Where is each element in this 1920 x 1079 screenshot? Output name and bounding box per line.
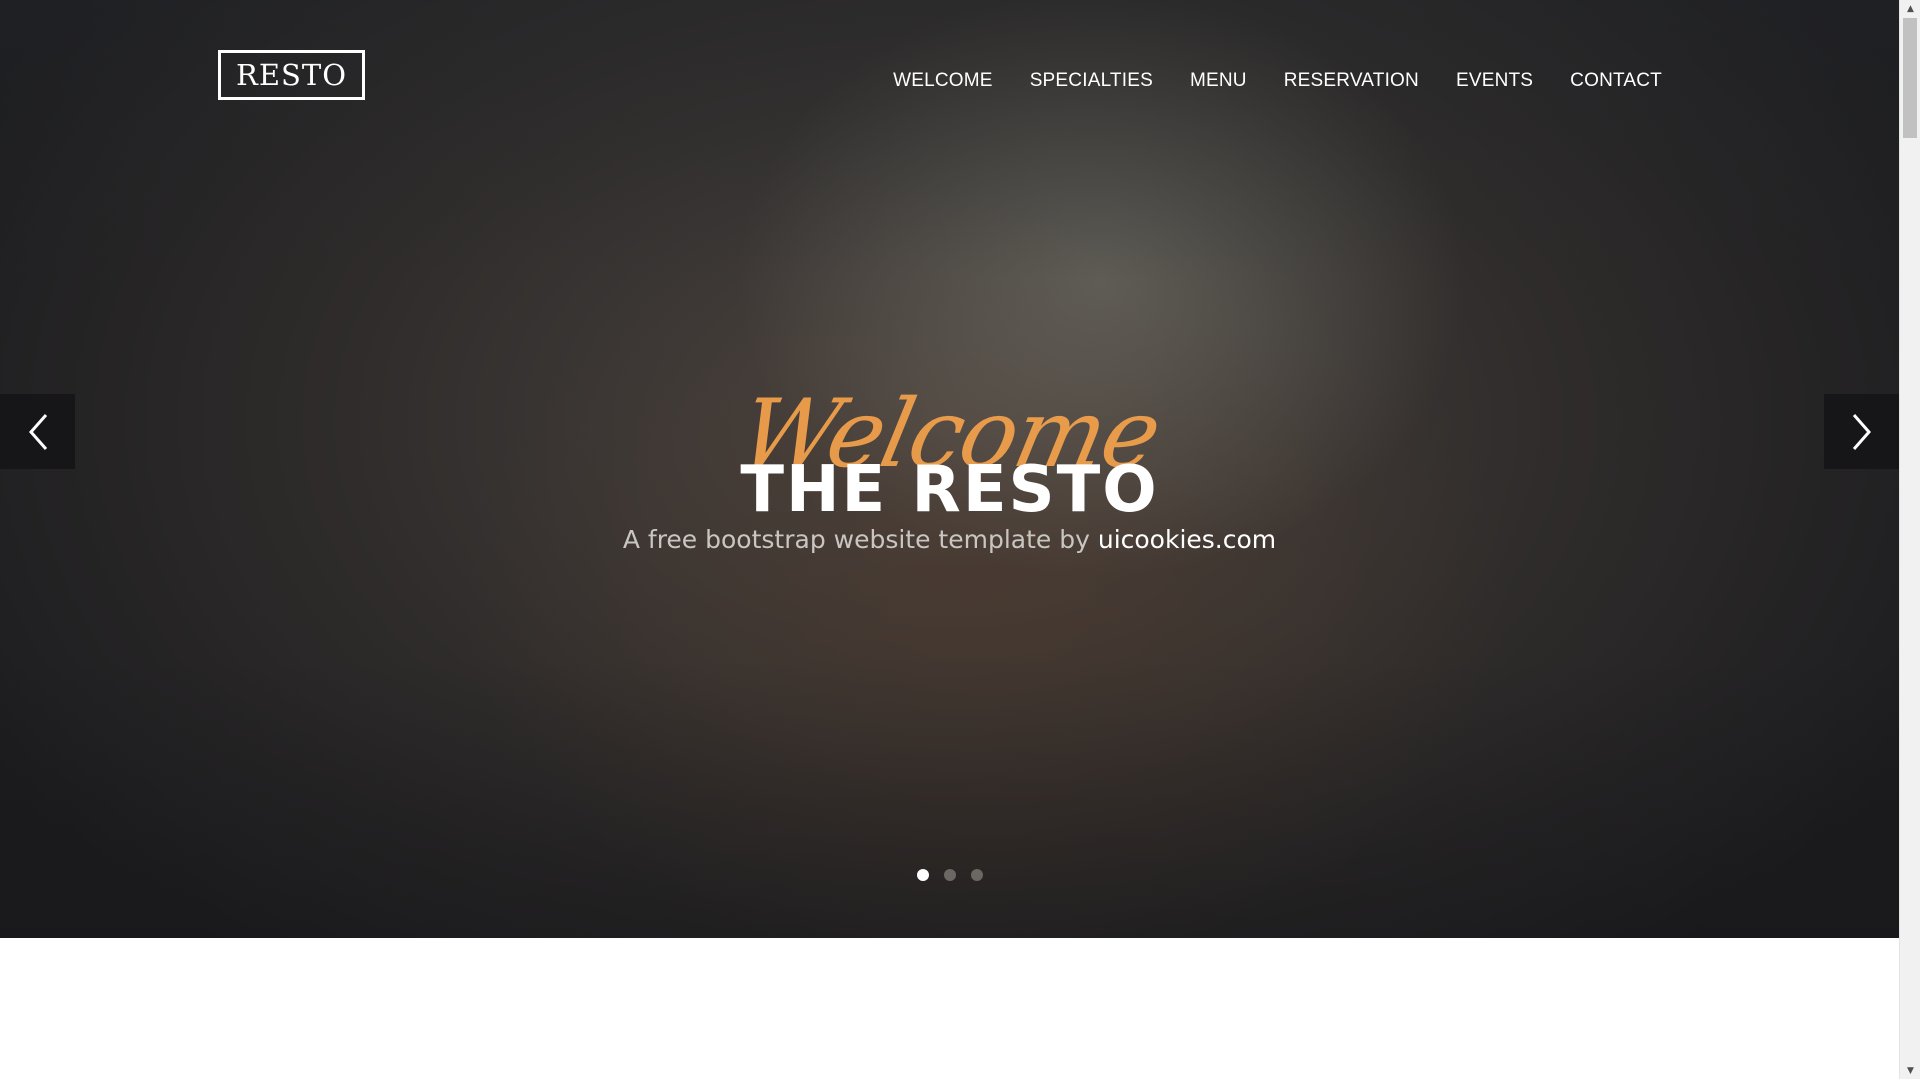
nav-menu[interactable]: MENU — [1190, 66, 1247, 96]
slider-dot-1[interactable] — [916, 869, 929, 881]
nav-reservation[interactable]: RESERVATION — [1284, 66, 1419, 96]
scrollbar-thumb[interactable] — [1903, 18, 1917, 138]
slider-indicators — [0, 869, 1899, 881]
main-nav: WELCOME SPECIALTIES MENU RESERVATION EVE… — [856, 66, 1662, 96]
scroll-up-icon[interactable]: ▲ — [1900, 0, 1920, 17]
logo[interactable]: RESTO — [218, 50, 365, 100]
nav-welcome[interactable]: WELCOME — [893, 66, 993, 96]
page: RESTO WELCOME SPECIALTIES MENU RESERVATI… — [0, 0, 1920, 1079]
browser-viewport: RESTO WELCOME SPECIALTIES MENU RESERVATI… — [0, 0, 1899, 1079]
vertical-scrollbar[interactable]: ▲ ▼ — [1899, 0, 1920, 1079]
nav-contact[interactable]: CONTACT — [1570, 66, 1662, 96]
hero-slider: RESTO WELCOME SPECIALTIES MENU RESERVATI… — [0, 0, 1899, 938]
hero-title: THE RESTO — [740, 453, 1159, 527]
nav-specialties[interactable]: SPECIALTIES — [1030, 66, 1153, 96]
hero-tagline-text: A free bootstrap website template by — [622, 525, 1098, 554]
scroll-down-icon[interactable]: ▼ — [1900, 1062, 1920, 1079]
nav-events[interactable]: EVENTS — [1456, 66, 1533, 96]
slider-dot-2[interactable] — [943, 869, 956, 881]
hero-tagline: A free bootstrap website template by uic… — [0, 523, 1899, 557]
hero-tagline-link[interactable]: uicookies.com — [1098, 525, 1276, 554]
slider-dot-3[interactable] — [970, 869, 983, 881]
